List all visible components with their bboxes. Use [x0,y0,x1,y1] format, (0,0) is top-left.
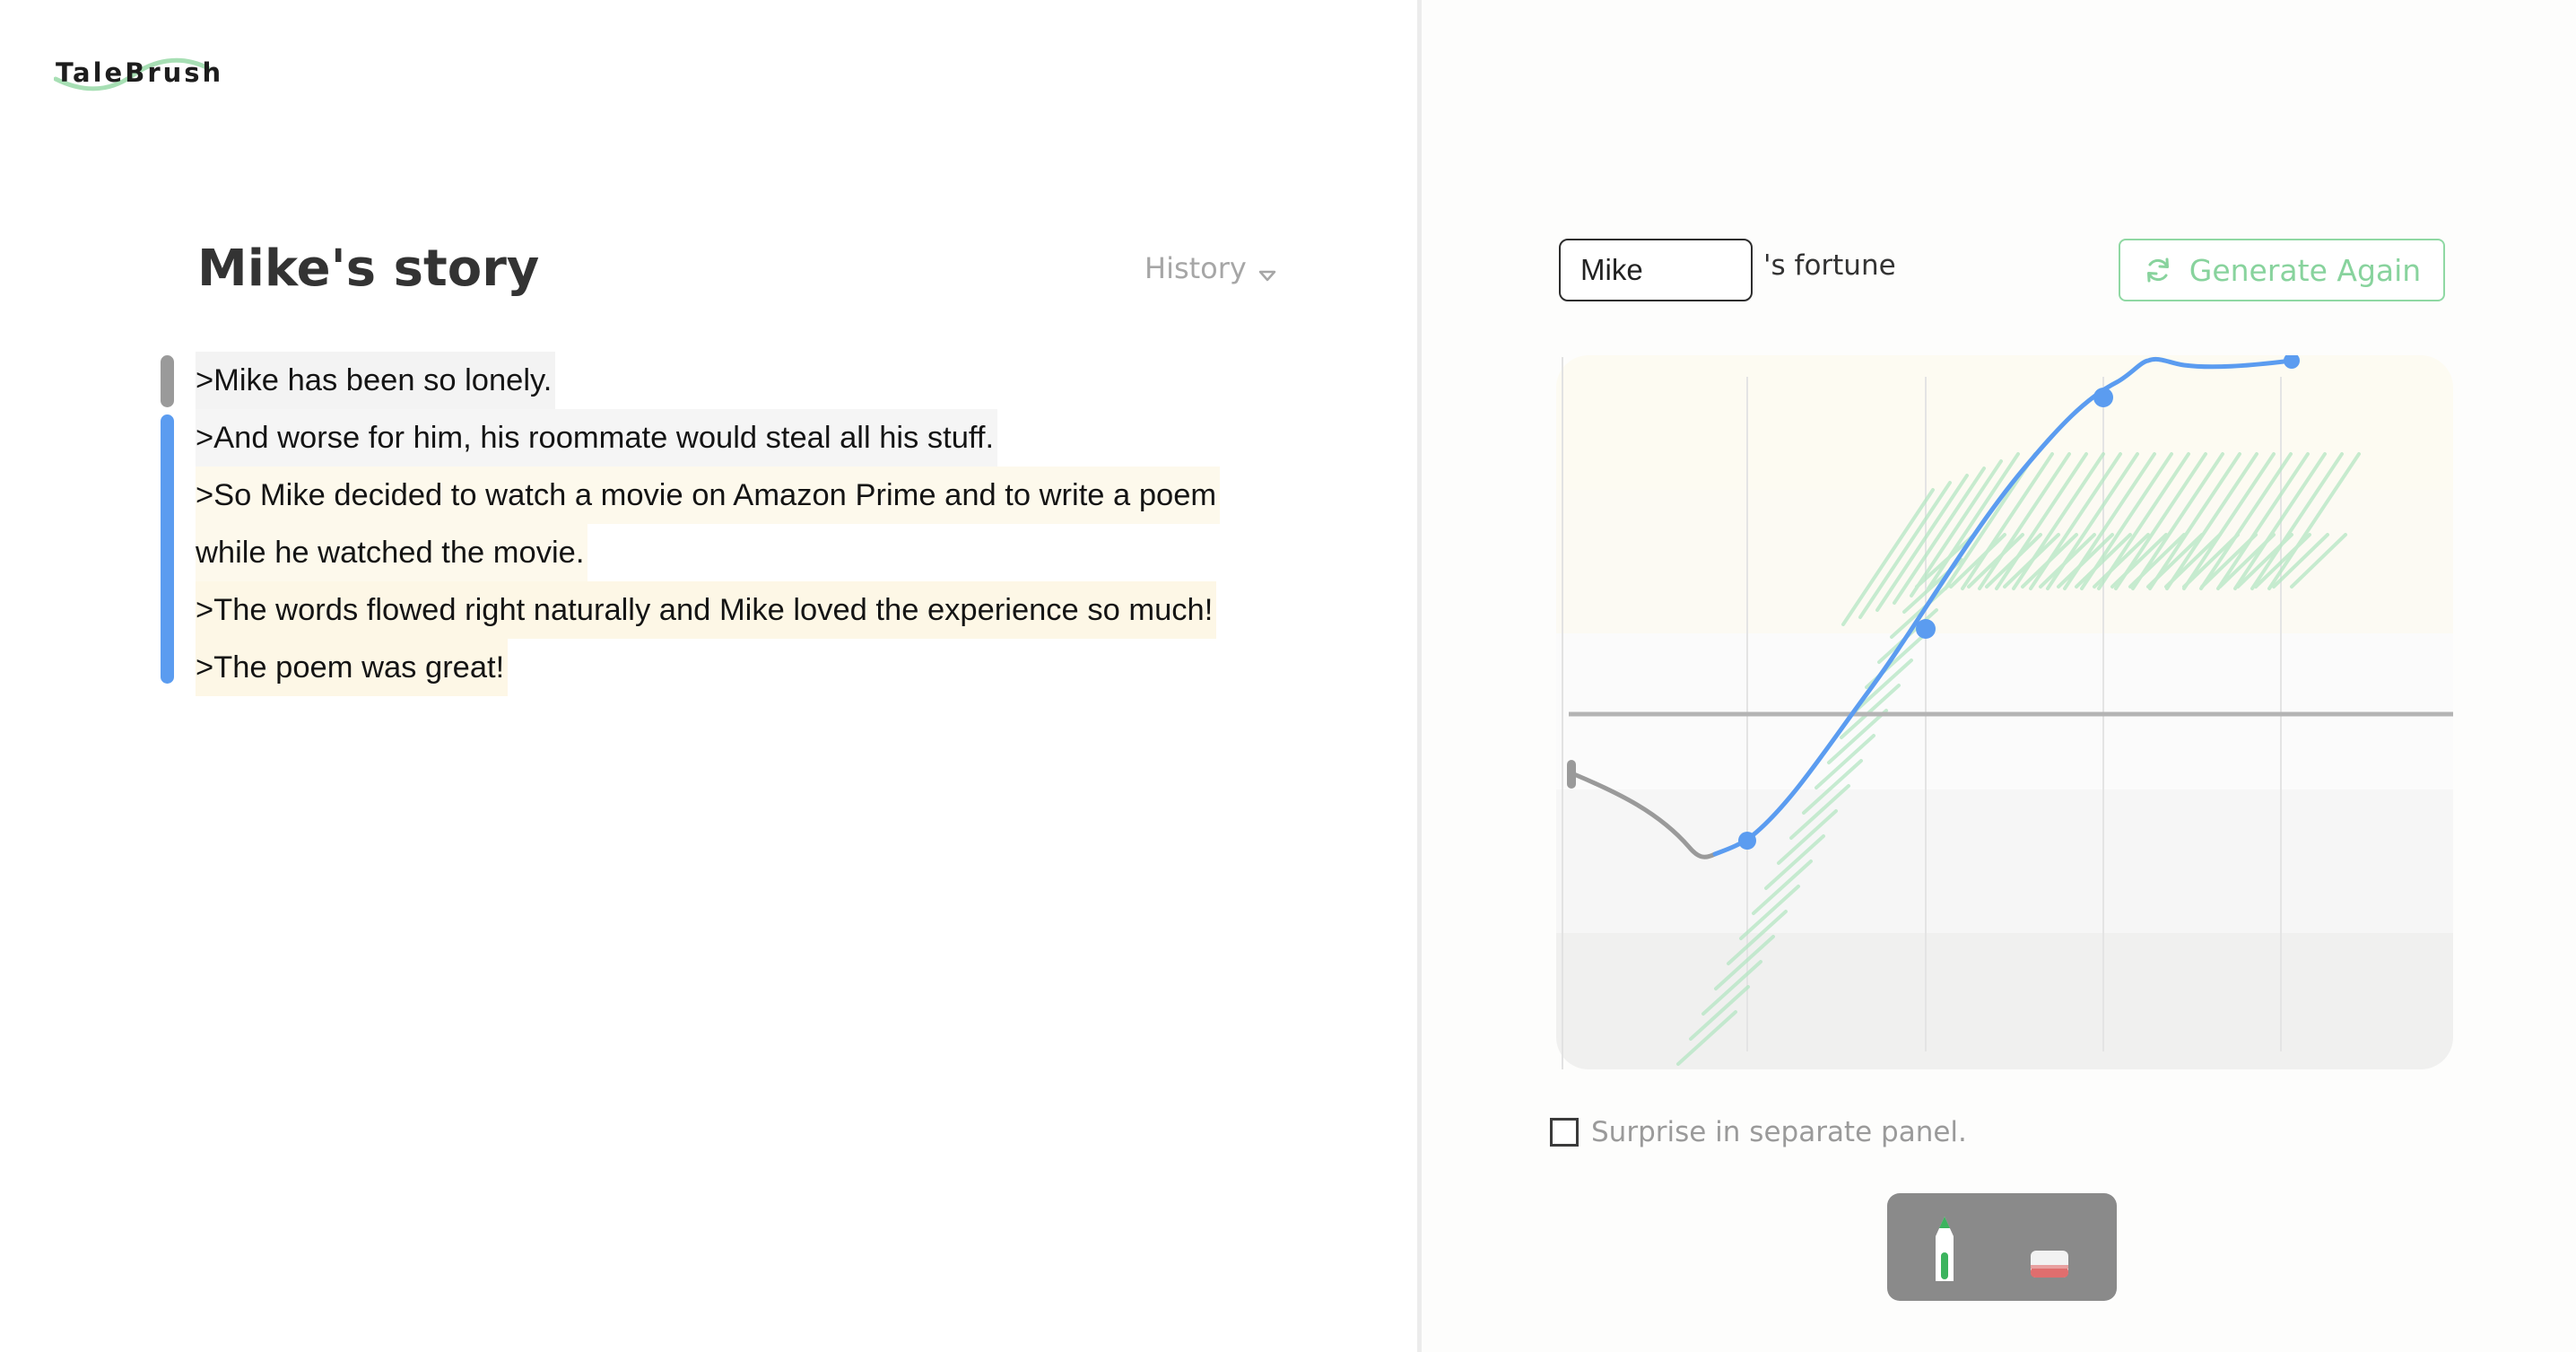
history-dropdown[interactable]: History [1144,251,1277,285]
story-sentence: >The poem was great! [196,639,509,696]
generate-again-label: Generate Again [2189,252,2422,288]
eraser-tool-button[interactable] [2029,1249,2070,1281]
character-name-input[interactable] [1559,239,1753,301]
drawing-toolbar [1887,1193,2117,1301]
control-point [2093,388,2113,407]
story-sentence: >Mike has been so lonely. [196,352,556,409]
surprise-checkbox[interactable] [1550,1118,1579,1147]
generate-again-button[interactable]: Generate Again [2119,239,2445,301]
history-label: History [1144,251,1247,285]
fortune-sketch-canvas[interactable] [1556,355,2453,1069]
surprise-option[interactable]: Surprise in separate panel. [1550,1116,1967,1148]
story-line[interactable]: >The poem was great! [196,639,1227,696]
story-line[interactable]: >And worse for him, his roommate would s… [196,409,1227,467]
pen-icon [1936,1217,1954,1281]
fortune-band-very-bad [1556,933,2453,1069]
app-logo: TaleBrush [54,50,221,95]
previous-segment-bar[interactable] [161,355,174,407]
story-sentence: >And worse for him, his roommate would s… [196,409,998,467]
story-line[interactable]: >The words flowed right naturally and Mi… [196,581,1227,639]
story-line[interactable]: >So Mike decided to watch a movie on Ama… [196,467,1227,524]
fortune-label: 's fortune [1763,249,1896,282]
control-point [1738,832,1756,850]
story-pane: TaleBrush Mike's story History >Mike has… [0,0,1417,1352]
fortune-band-very-good [1556,355,2453,490]
fortune-band-neutral [1556,633,2453,789]
pen-tool-button[interactable] [1927,1213,1962,1285]
fortune-band-bad [1556,789,2453,933]
chevron-down-icon [1258,258,1277,282]
logo-text: TaleBrush [56,57,224,88]
story-line[interactable]: while he watched the movie. [196,524,1227,581]
refresh-icon [2146,257,2169,283]
surprise-label: Surprise in separate panel. [1591,1116,1967,1148]
eraser-icon [2031,1251,2068,1278]
control-point [1916,619,1936,639]
story-text[interactable]: >Mike has been so lonely. >And worse for… [196,352,1227,696]
current-segment-bar[interactable] [161,414,174,684]
story-line[interactable]: >Mike has been so lonely. [196,352,1227,409]
story-sentence: >So Mike decided to watch a movie on Ama… [196,467,1221,524]
story-title: Mike's story [197,240,540,298]
story-sentence: while he watched the movie. [196,524,588,581]
story-sentence: >The words flowed right naturally and Mi… [196,581,1217,639]
